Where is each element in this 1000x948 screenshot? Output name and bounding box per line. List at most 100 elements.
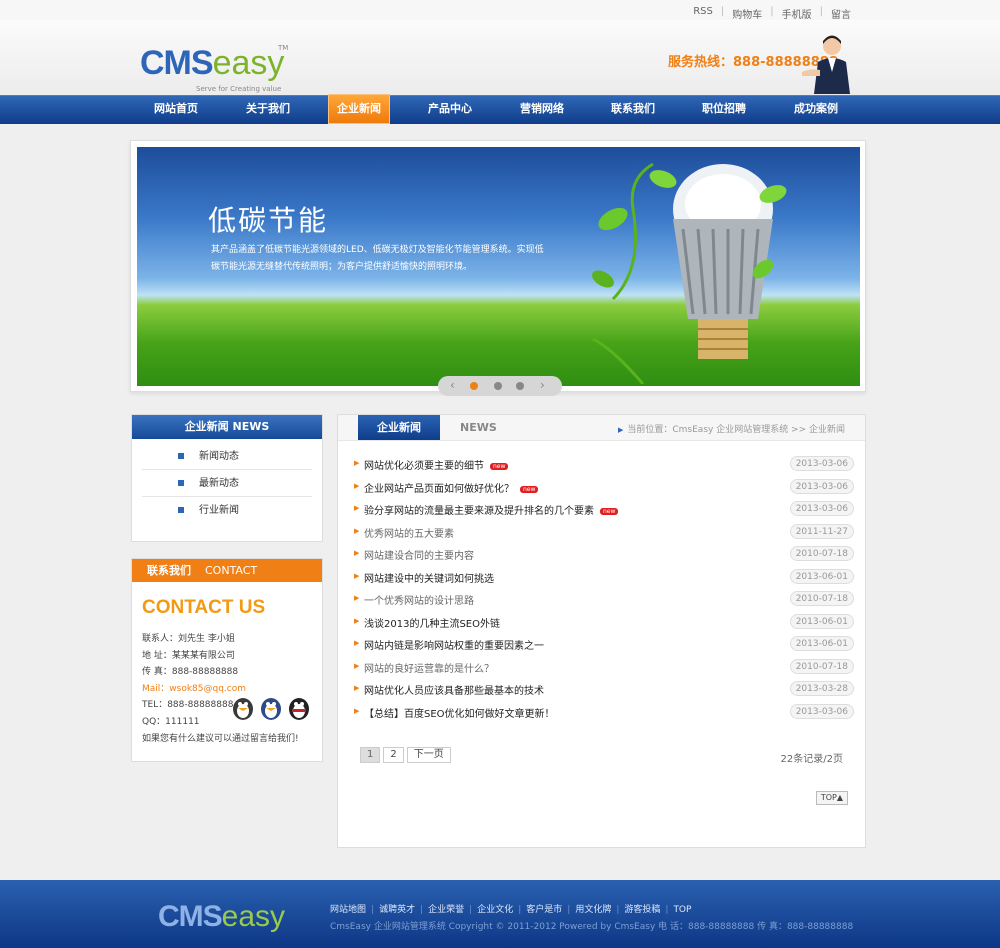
list-item[interactable]: ▶ 网站优化必须要主要的细节 new 2013-03-06 [350,453,854,476]
sidebar-item-industry[interactable]: 行业新闻 [142,497,312,524]
footer-logo-easy: easy [221,900,286,933]
logo-tagline: Serve for Creating value [196,85,282,93]
banner-next-button[interactable]: › [540,378,545,392]
article-title[interactable]: 网站建设合同的主要内容 [364,547,474,562]
article-title[interactable]: 网站内链是影响网站权重的重要因素之一 [364,637,544,652]
page-1-button[interactable]: 1 [360,747,381,763]
banner-dot-2[interactable] [494,382,502,390]
cart-link[interactable]: 购物车 [724,6,770,21]
article-title[interactable]: 网站建设中的关键词如何挑选 [364,570,494,585]
breadcrumb-text[interactable]: 当前位置：CmsEasy 企业网站管理系统 >> 企业新闻 [627,425,845,435]
list-item[interactable]: ▶ 优秀网站的五大要素 2011-11-27 [350,521,854,544]
footer-link[interactable]: 企业荣誉 [428,905,464,915]
arrow-icon: ▶ [354,616,360,625]
nav-about[interactable]: 关于我们 [232,96,304,124]
list-item[interactable]: ▶ 企业网站产品页面如何做好优化？ new 2013-03-06 [350,476,854,499]
banner-text: 其产品涵盖了低碳节能光源领域的LED、低碳无极灯及智能化节能管理系统。实现低碳节… [211,245,544,272]
message-link[interactable]: 留言 [823,6,859,21]
sidebar-item-label: 行业新闻 [199,505,239,516]
article-title[interactable]: 企业网站产品页面如何做好优化？ new [364,480,539,495]
article-title[interactable]: 网站优化人员应该具备那些最基本的技术 [364,682,544,697]
article-title-text: 网站建设中的关键词如何挑选 [364,573,494,585]
article-date: 2010-07-18 [789,591,854,606]
article-title[interactable]: 网站的良好运营靠的是什么？ [364,660,494,675]
back-to-top-button[interactable]: TOP▲ [815,791,848,805]
list-item[interactable]: ▶ 网站建设合同的主要内容 2010-07-18 [350,543,854,566]
sidebar-news: 企业新闻 NEWS 新闻动态 最新动态 行业新闻 [131,414,323,542]
nav-products[interactable]: 产品中心 [414,96,486,124]
footer-link[interactable]: 网站地图 [330,905,366,915]
article-title[interactable]: 网站优化必须要主要的细节 new [364,457,509,472]
qq-penguin-icon[interactable] [232,696,254,720]
article-title-text: 浅谈2013的几种主流SEO外链 [364,618,500,630]
list-item[interactable]: ▶ 一个优秀网站的设计思路 2010-07-18 [350,588,854,611]
nav-cases[interactable]: 成功案例 [780,96,852,124]
banner-title: 低碳节能 [208,204,329,237]
logo-cms: CMS [140,44,214,82]
article-title[interactable]: 优秀网站的五大要素 [364,525,454,540]
list-item[interactable]: ▶ 网站的良好运营靠的是什么？ 2010-07-18 [350,656,854,679]
list-item[interactable]: ▶ 浅谈2013的几种主流SEO外链 2013-06-01 [350,611,854,634]
list-item[interactable]: ▶ 网站优化人员应该具备那些最基本的技术 2013-03-28 [350,678,854,701]
mobile-link[interactable]: 手机版 [774,6,820,21]
contact-details: 联系人：刘先生 李小姐 地 址：某某某有限公司 传 真：888-88888888… [142,631,299,747]
bullet-icon [178,480,184,486]
page-2-button[interactable]: 2 [383,747,404,763]
next-page-button[interactable]: 下一页 [406,747,451,763]
banner-dot-3[interactable] [516,382,524,390]
footer-link[interactable]: TOP [673,905,691,915]
article-title[interactable]: 一个优秀网站的设计思路 [364,592,474,607]
footer-link[interactable]: 游客投稿 [624,905,660,915]
article-date: 2013-06-01 [789,636,854,651]
arrow-icon: ▶ [354,639,360,647]
article-title-text: 优秀网站的五大要素 [364,528,454,540]
banner-prev-button[interactable]: ‹ [450,378,455,392]
footer-link[interactable]: 用文化牌 [575,905,611,915]
qq-penguin-icon[interactable] [260,696,282,720]
banner-slide[interactable]: 低碳节能 其产品涵盖了低碳节能光源领域的LED、低碳无极灯及智能化节能管理系统。… [137,147,860,386]
contact-fax: 传 真：888-88888888 [142,667,239,678]
contact-mail[interactable]: Mail：wsok85@qq.com [142,681,299,698]
list-item[interactable]: ▶ 网站建设中的关键词如何挑选 2013-06-01 [350,566,854,589]
sidebar-item-news-updates[interactable]: 新闻动态 [142,443,312,470]
nav-marketing[interactable]: 营销网络 [506,96,578,124]
footer-link[interactable]: 诚聘英才 [379,905,415,915]
record-count: 22条记录/2页 [780,754,843,765]
article-title[interactable]: 验分享网站的流量最主要来源及提升排名的几个要素 new [364,502,619,517]
article-title[interactable]: 【总结】百度SEO优化如何做好文章更新！ [364,705,555,720]
footer-logo[interactable]: CMSeasy [158,900,285,934]
qq-penguin-icon[interactable] [288,696,310,720]
article-date: 2013-03-28 [789,681,854,696]
arrow-icon: ▶ [354,684,360,692]
article-date: 2010-07-18 [789,546,854,561]
list-item[interactable]: ▶ 【总结】百度SEO优化如何做好文章更新！ 2013-03-06 [350,701,854,724]
rss-link[interactable]: RSS [685,6,721,21]
list-item[interactable]: ▶ 验分享网站的流量最主要来源及提升排名的几个要素 new 2013-03-06 [350,498,854,521]
sidebar-news-list: 新闻动态 最新动态 行业新闻 [132,439,322,524]
led-bulb-image [592,162,787,384]
logo-tm: TM [278,44,289,52]
contact-us-heading: CONTACT US [142,597,266,618]
footer-copyright: CmsEasy 企业网站管理系统 Copyright © 2011-2012 P… [330,922,854,932]
article-date: 2013-03-06 [789,456,854,471]
list-item[interactable]: ▶ 网站内链是影响网站权重的重要因素之一 2013-06-01 [350,633,854,656]
tab-news[interactable]: 企业新闻 [358,415,440,440]
sidebar-item-label: 最新动态 [199,478,239,489]
banner-dot-1[interactable] [470,382,478,390]
sidebar-item-latest[interactable]: 最新动态 [142,470,312,497]
nav-contact[interactable]: 联系我们 [597,96,669,124]
footer-link[interactable]: 客户是市 [526,905,562,915]
receptionist-image [802,35,850,94]
nav-home[interactable]: 网站首页 [140,96,212,124]
triangle-icon: ▶ [617,426,624,434]
article-title[interactable]: 浅谈2013的几种主流SEO外链 [364,615,500,630]
footer-link[interactable]: 企业文化 [477,905,513,915]
divider: | [420,905,424,915]
nav-news[interactable]: 企业新闻 [328,94,390,124]
site-logo[interactable]: CMSeasy TM Serve for Creating value [140,44,288,93]
article-list: ▶ 网站优化必须要主要的细节 new 2013-03-06 ▶ 企业网站产品页面如何做好优… [350,453,854,723]
nav-jobs[interactable]: 职位招聘 [688,96,760,124]
logo-easy: easy [212,44,285,82]
footer: CMSeasy 网站地图 | 诚聘英才 | 企业荣誉 | 企业文化 | 客户是市 | 用文化牌 | 游客… [0,880,1000,948]
arrow-icon: ▶ [354,526,360,535]
